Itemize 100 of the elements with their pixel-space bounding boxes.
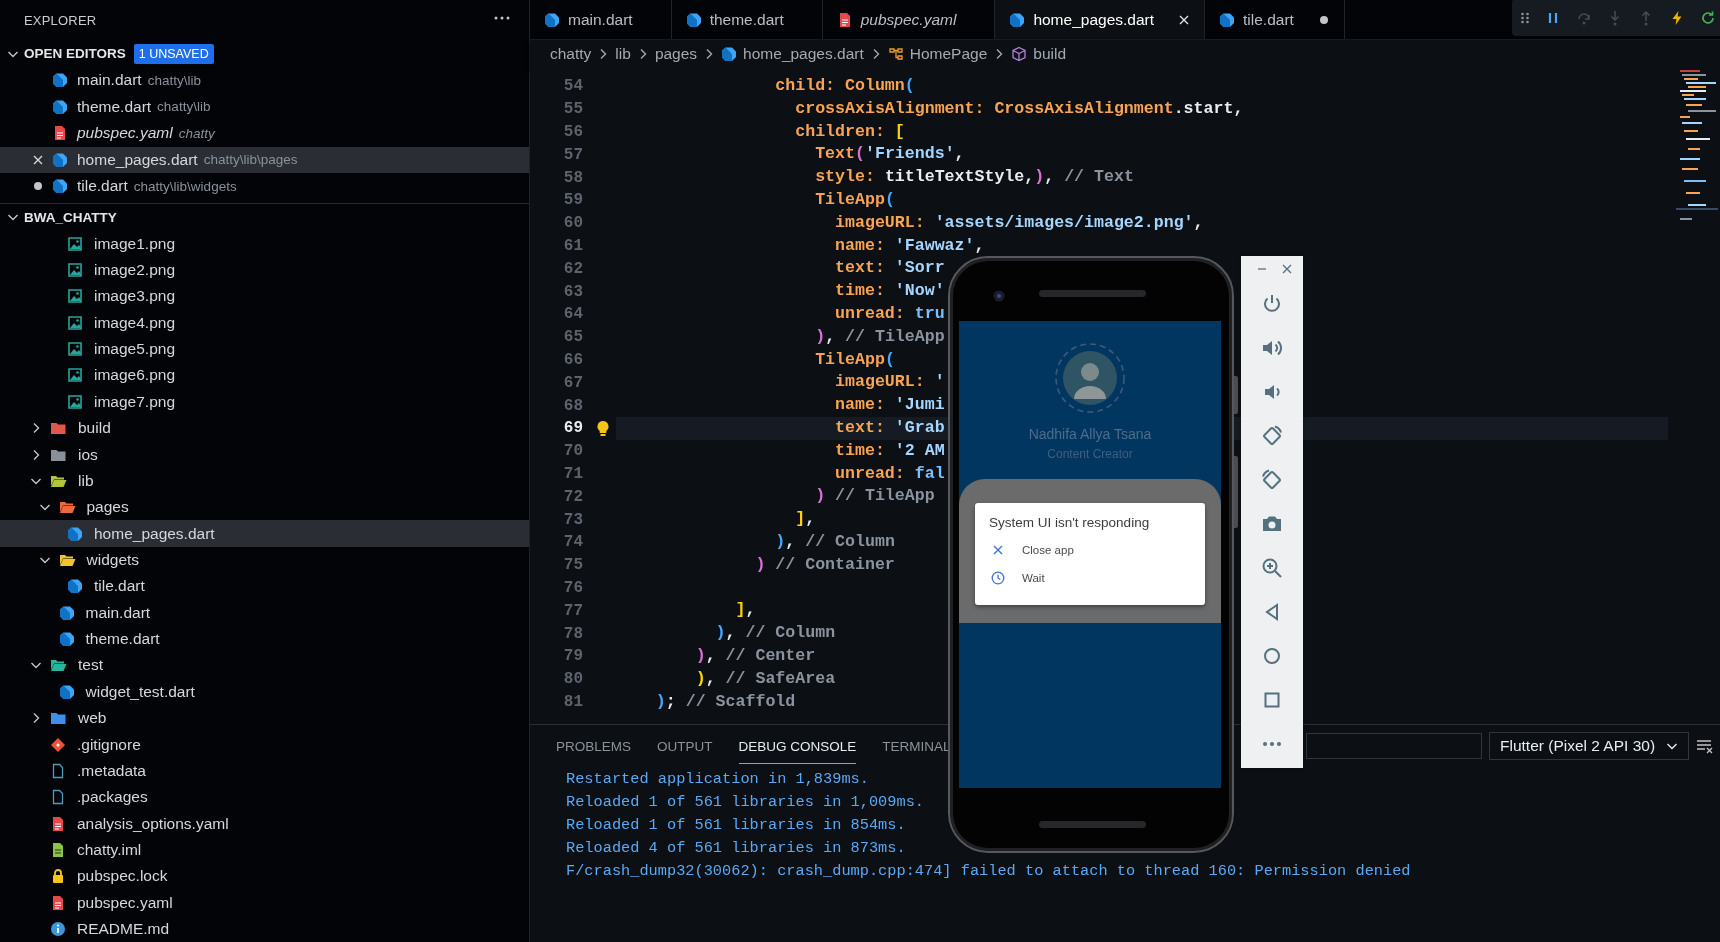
console-line: F/crash_dump32(30062): crash_dump.cpp:474] failed to attach to thread 160: Permission denied	[566, 861, 1411, 882]
code-line: TileApp(	[814, 348, 895, 371]
tree-item[interactable]: .packages	[0, 784, 529, 811]
line-number: 64	[562, 305, 583, 324]
tree-item[interactable]: image3.png	[0, 283, 529, 310]
code-line: text: 'Sorr	[834, 257, 945, 280]
tree-item[interactable]: build	[0, 415, 529, 442]
tree-item[interactable]: image7.png	[0, 388, 529, 415]
session-dropdown[interactable]: Flutter (Pixel 2 API 30)	[1489, 731, 1689, 760]
line-number: 62	[562, 259, 583, 278]
line-number: 60	[562, 214, 583, 233]
profile-role: Content Creator	[1047, 446, 1133, 462]
breadcrumb-item[interactable]: home_pages.dart	[721, 45, 864, 63]
tree-item[interactable]: lib	[0, 467, 529, 495]
open-editor-item[interactable]: tile.dart chatty\lib\widgets	[0, 173, 529, 200]
tree-item[interactable]: pubspec.yaml	[0, 889, 529, 916]
open-editor-item[interactable]: main.dart chatty\lib	[0, 67, 529, 94]
code-line: unread: tru	[834, 302, 945, 325]
section-header[interactable]: BWA_CHATTY	[0, 203, 529, 231]
file-path: chatty	[178, 125, 215, 141]
tree-item[interactable]: image5.png	[0, 335, 529, 363]
panel-tab[interactable]: DEBUG CONSOLE	[738, 727, 857, 764]
tree-item[interactable]: widgets	[0, 546, 529, 574]
class-icon	[887, 46, 904, 62]
diamond-icon	[50, 736, 66, 753]
tree-item[interactable]: theme.dart	[0, 625, 529, 653]
editor-tab[interactable]: home_pages.dart	[995, 0, 1205, 39]
tree-item[interactable]: pubspec.lock	[0, 863, 529, 890]
breadcrumb-item[interactable]: chatty	[550, 45, 592, 63]
line-number: 61	[562, 236, 583, 255]
tree-item[interactable]: image2.png	[0, 256, 529, 284]
rotate-right-icon[interactable]	[1260, 468, 1284, 492]
tree-item[interactable]: .metadata	[0, 757, 529, 785]
breadcrumb-item[interactable]: build	[1011, 45, 1067, 63]
tree-item[interactable]: analysis_options.yaml	[0, 810, 529, 837]
section-header[interactable]: OPEN EDITORS 1 UNSAVED	[0, 40, 529, 67]
tree-item[interactable]: tile.dart	[0, 573, 529, 600]
open-editor-item[interactable]: home_pages.dart chatty\lib\pages	[0, 146, 529, 173]
breadcrumb-item[interactable]: pages	[654, 45, 698, 63]
line-number: 76	[562, 578, 583, 597]
tree-item[interactable]: image1.png	[0, 230, 529, 257]
code-file-icon	[1219, 11, 1235, 28]
open-editor-item[interactable]: theme.dart chatty\lib	[0, 93, 529, 120]
panel-tab[interactable]: OUTPUT	[657, 727, 713, 764]
tree-item[interactable]: pages	[0, 494, 529, 521]
line-number: 74	[562, 533, 583, 552]
code-line: name: 'Jumi	[834, 394, 945, 417]
breadcrumb-item[interactable]: HomePage	[887, 45, 988, 63]
code-line: ],	[794, 508, 816, 531]
grip-icon[interactable]	[1520, 10, 1530, 26]
tree-item[interactable]: web	[0, 704, 529, 732]
dialog-option[interactable]: Close app	[989, 536, 1191, 564]
line-number: 57	[562, 145, 583, 164]
tree-item[interactable]: chatty.iml	[0, 836, 529, 864]
tree-item[interactable]: .gitignore	[0, 731, 529, 758]
code-file-icon	[67, 578, 83, 595]
code-line: ), // Column	[714, 622, 836, 645]
file-path: chatty\lib\pages	[203, 152, 298, 168]
breadcrumb-item[interactable]: lib	[615, 45, 631, 63]
tree-item[interactable]: image4.png	[0, 309, 529, 336]
document-icon	[50, 841, 66, 858]
file-path: chatty\lib\widgets	[133, 178, 237, 194]
tree-item[interactable]: test	[0, 652, 529, 679]
open-editor-item[interactable]: pubspec.yaml chatty	[0, 120, 529, 147]
tree-item[interactable]: image6.png	[0, 362, 529, 389]
rotate-left-icon[interactable]	[1260, 424, 1284, 448]
restart-icon[interactable]	[1700, 10, 1716, 26]
code-line: imageURL: 'assets/images/image2.png',	[834, 211, 1204, 234]
lightbulb-icon[interactable]	[596, 419, 610, 437]
tree-item[interactable]: widget_test.dart	[0, 678, 529, 705]
line-number: 72	[562, 487, 583, 506]
tree-item[interactable]: ios	[0, 441, 529, 468]
camera-lens-icon	[993, 290, 1005, 302]
line-number: 66	[562, 350, 583, 369]
filter-field[interactable]	[1306, 732, 1482, 759]
tree-item[interactable]: README.md	[0, 915, 529, 942]
console-line: Reloaded 1 of 561 libraries in 1,009ms.	[566, 792, 924, 813]
code-file-icon	[58, 604, 75, 621]
code-line: crossAxisAlignment: CrossAxisAlignment.start,	[794, 97, 1244, 120]
zoom-in-icon[interactable]	[1260, 556, 1284, 580]
clear-console-icon[interactable]	[1696, 737, 1714, 754]
code-line: ), // TileApp	[814, 325, 945, 348]
code-line: children: [	[794, 120, 905, 143]
tree-item[interactable]: home_pages.dart	[0, 520, 529, 547]
image-file-icon	[67, 235, 83, 252]
line-number: 67	[562, 373, 583, 392]
line-number: 75	[562, 556, 583, 575]
image-file-icon	[67, 341, 83, 358]
panel-tab[interactable]: PROBLEMS	[556, 727, 632, 764]
sidebar-title: EXPLORER	[24, 12, 97, 28]
panel-tab[interactable]: TERMINAL	[882, 727, 951, 764]
line-number: 80	[562, 670, 583, 689]
info-icon	[50, 921, 66, 937]
console-line: Reloaded 1 of 561 libraries in 854ms.	[566, 815, 906, 836]
line-number: 59	[562, 191, 583, 210]
tree-item[interactable]: main.dart	[0, 599, 529, 626]
line-number: 63	[562, 282, 583, 301]
dialog-option[interactable]: Wait	[989, 564, 1191, 592]
line-number: 70	[562, 442, 583, 461]
code-line: ), // Center	[694, 644, 816, 667]
